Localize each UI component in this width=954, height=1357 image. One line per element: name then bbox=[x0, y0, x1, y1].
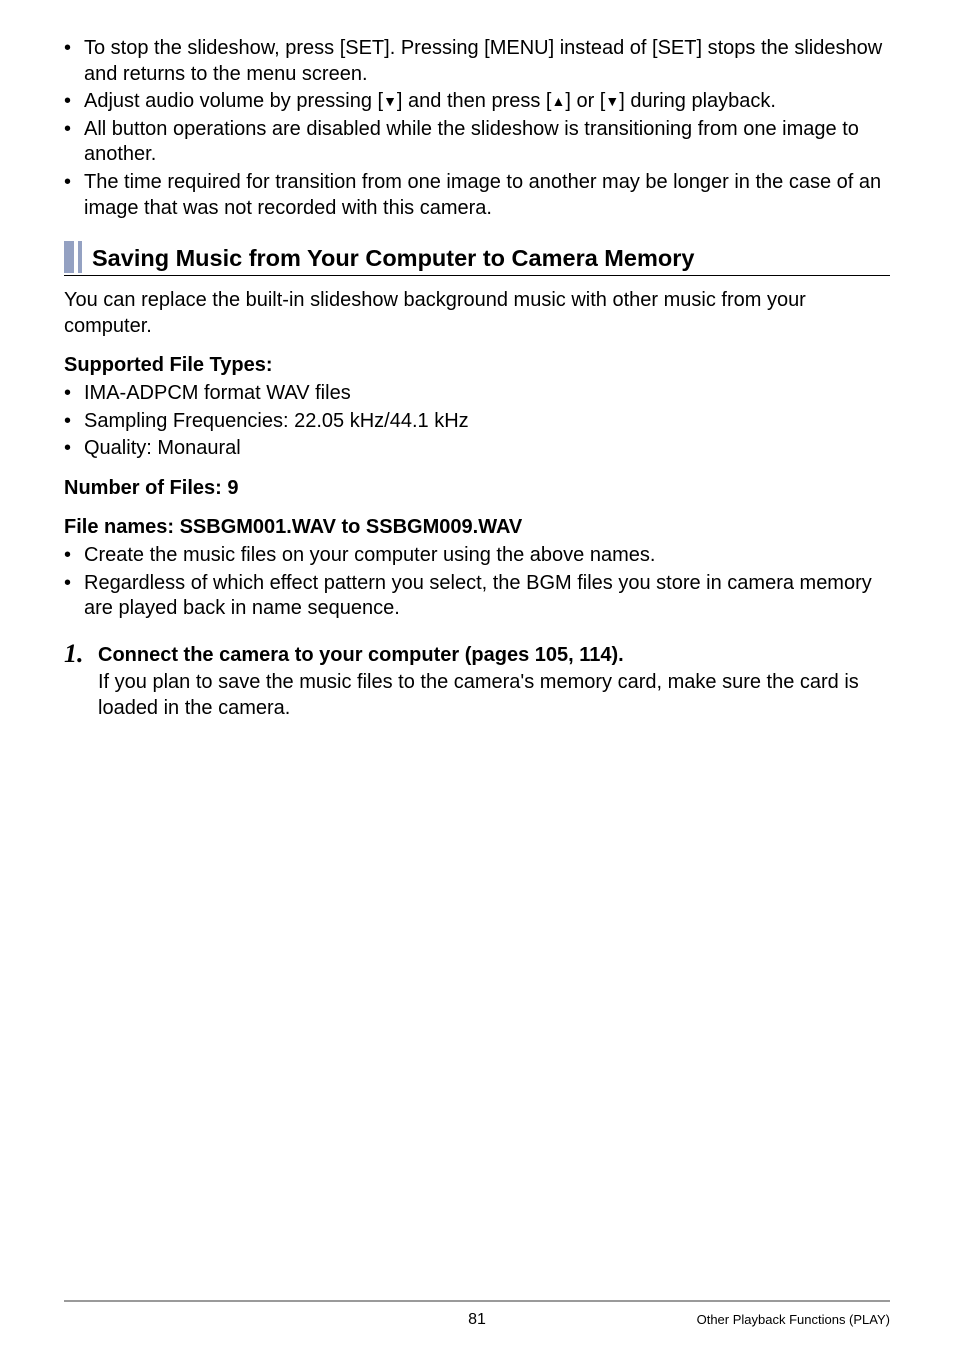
intro-paragraph: You can replace the built-in slideshow b… bbox=[64, 288, 890, 339]
bullet-dot: • bbox=[64, 543, 84, 569]
supported-types-list: •IMA-ADPCM format WAV files •Sampling Fr… bbox=[64, 381, 890, 462]
number-of-files-heading: Number of Files: 9 bbox=[64, 476, 890, 502]
bullet-dot: • bbox=[64, 89, 84, 115]
bullet-text: IMA-ADPCM format WAV files bbox=[84, 381, 890, 407]
list-item: •Regardless of which effect pattern you … bbox=[64, 571, 890, 622]
up-triangle-icon: ▲ bbox=[551, 93, 565, 111]
list-item: • All button operations are disabled whi… bbox=[64, 117, 890, 168]
bullet-dot: • bbox=[64, 409, 84, 435]
bullet-text: The time required for transition from on… bbox=[84, 170, 890, 221]
page-footer: 81 Other Playback Functions (PLAY) bbox=[64, 1300, 890, 1329]
step-number: 1. bbox=[64, 640, 98, 722]
text-fragment: ] and then press [ bbox=[397, 90, 552, 112]
list-item: • The time required for transition from … bbox=[64, 170, 890, 221]
bullet-text: Create the music files on your computer … bbox=[84, 543, 890, 569]
text-fragment: Adjust audio volume by pressing [ bbox=[84, 90, 383, 112]
step-1: 1. Connect the camera to your computer (… bbox=[64, 640, 890, 722]
bullet-text: Regardless of which effect pattern you s… bbox=[84, 571, 890, 622]
text-fragment: ] during playback. bbox=[619, 90, 776, 112]
list-item: •Sampling Frequencies: 22.05 kHz/44.1 kH… bbox=[64, 409, 890, 435]
step-body: Connect the camera to your computer (pag… bbox=[98, 640, 890, 722]
down-triangle-icon: ▼ bbox=[383, 93, 397, 111]
list-item: • Adjust audio volume by pressing [▼] an… bbox=[64, 89, 890, 115]
section-heading: Saving Music from Your Computer to Camer… bbox=[64, 241, 890, 276]
supported-types-heading: Supported File Types: bbox=[64, 353, 890, 379]
list-item: •Quality: Monaural bbox=[64, 436, 890, 462]
heading-accent-bar bbox=[78, 241, 82, 273]
file-names-list: •Create the music files on your computer… bbox=[64, 543, 890, 622]
bullet-text: Quality: Monaural bbox=[84, 436, 890, 462]
bullet-dot: • bbox=[64, 381, 84, 407]
step-text: If you plan to save the music files to t… bbox=[98, 670, 890, 721]
step-title: Connect the camera to your computer (pag… bbox=[98, 643, 890, 669]
list-item: •Create the music files on your computer… bbox=[64, 543, 890, 569]
list-item: •IMA-ADPCM format WAV files bbox=[64, 381, 890, 407]
list-item: • To stop the slideshow, press [SET]. Pr… bbox=[64, 36, 890, 87]
down-triangle-icon: ▼ bbox=[605, 93, 619, 111]
heading-accent-bar bbox=[64, 241, 74, 273]
bullet-dot: • bbox=[64, 571, 84, 622]
top-bullet-list: • To stop the slideshow, press [SET]. Pr… bbox=[64, 36, 890, 221]
text-fragment: ] or [ bbox=[565, 90, 605, 112]
heading-text: Saving Music from Your Computer to Camer… bbox=[92, 241, 694, 273]
page-number: 81 bbox=[64, 1310, 890, 1330]
bullet-dot: • bbox=[64, 170, 84, 221]
bullet-text: Sampling Frequencies: 22.05 kHz/44.1 kHz bbox=[84, 409, 890, 435]
bullet-dot: • bbox=[64, 36, 84, 87]
bullet-text: Adjust audio volume by pressing [▼] and … bbox=[84, 89, 890, 115]
bullet-text: All button operations are disabled while… bbox=[84, 117, 890, 168]
bullet-text: To stop the slideshow, press [SET]. Pres… bbox=[84, 36, 890, 87]
bullet-dot: • bbox=[64, 436, 84, 462]
bullet-dot: • bbox=[64, 117, 84, 168]
file-names-heading: File names: SSBGM001.WAV to SSBGM009.WAV bbox=[64, 515, 890, 541]
